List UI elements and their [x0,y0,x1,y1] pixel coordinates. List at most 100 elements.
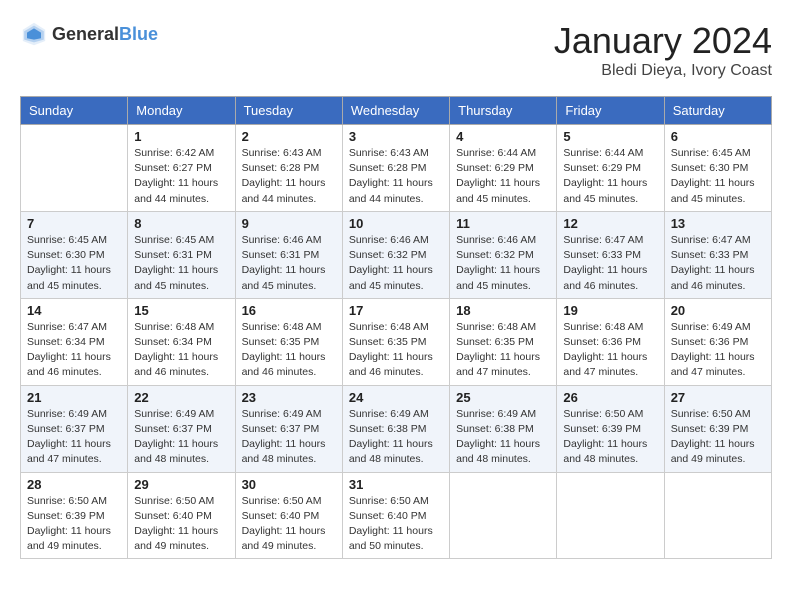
calendar-cell: 14 Sunrise: 6:47 AM Sunset: 6:34 PM Dayli… [21,298,128,385]
logo-icon [20,20,48,48]
day-info: Sunrise: 6:50 AM Sunset: 6:39 PM Dayligh… [27,494,121,555]
day-info: Sunrise: 6:48 AM Sunset: 6:36 PM Dayligh… [563,320,657,381]
day-info: Sunrise: 6:42 AM Sunset: 6:27 PM Dayligh… [134,146,228,207]
day-number: 5 [563,129,657,144]
calendar-cell: 24 Sunrise: 6:49 AM Sunset: 6:38 PM Dayli… [342,385,449,472]
calendar-cell: 1 Sunrise: 6:42 AM Sunset: 6:27 PM Daylig… [128,125,235,212]
day-info: Sunrise: 6:47 AM Sunset: 6:34 PM Dayligh… [27,320,121,381]
logo-text-blue: Blue [119,24,158,45]
day-info: Sunrise: 6:45 AM Sunset: 6:30 PM Dayligh… [27,233,121,294]
day-number: 8 [134,216,228,231]
day-number: 27 [671,390,765,405]
calendar-cell: 26Sunrise: 6:50 AM Sunset: 6:39 PM Dayli… [557,385,664,472]
day-header-friday: Friday [557,97,664,125]
calendar-header-row: SundayMondayTuesdayWednesdayThursdayFrid… [21,97,772,125]
day-number: 29 [134,477,228,492]
day-number: 4 [456,129,550,144]
day-info: Sunrise: 6:48 AM Sunset: 6:35 PM Dayligh… [456,320,550,381]
calendar-cell: 23 Sunrise: 6:49 AM Sunset: 6:37 PM Dayli… [235,385,342,472]
calendar-cell: 9 Sunrise: 6:46 AM Sunset: 6:31 PM Daylig… [235,211,342,298]
calendar-cell: 12 Sunrise: 6:47 AM Sunset: 6:33 PM Dayli… [557,211,664,298]
logo-text-general: General [52,24,119,45]
day-header-monday: Monday [128,97,235,125]
day-header-wednesday: Wednesday [342,97,449,125]
calendar-cell [557,472,664,559]
day-header-thursday: Thursday [450,97,557,125]
calendar-cell: 31 Sunrise: 6:50 AM Sunset: 6:40 PM Dayli… [342,472,449,559]
day-number: 24 [349,390,443,405]
day-number: 26 [563,390,657,405]
day-number: 1 [134,129,228,144]
day-number: 20 [671,303,765,318]
day-info: Sunrise: 6:48 AM Sunset: 6:34 PM Dayligh… [134,320,228,381]
day-info: Sunrise: 6:49 AM Sunset: 6:38 PM Dayligh… [349,407,443,468]
calendar-cell: 25 Sunrise: 6:49 AM Sunset: 6:38 PM Dayli… [450,385,557,472]
calendar-cell [664,472,771,559]
day-number: 30 [242,477,336,492]
day-info: Sunrise: 6:48 AM Sunset: 6:35 PM Dayligh… [242,320,336,381]
calendar-cell: 20 Sunrise: 6:49 AM Sunset: 6:36 PM Dayli… [664,298,771,385]
day-info: Sunrise: 6:49 AM Sunset: 6:37 PM Dayligh… [27,407,121,468]
calendar-cell: 30Sunrise: 6:50 AM Sunset: 6:40 PM Dayli… [235,472,342,559]
calendar-cell: 18 Sunrise: 6:48 AM Sunset: 6:35 PM Dayli… [450,298,557,385]
day-number: 10 [349,216,443,231]
day-info: Sunrise: 6:47 AM Sunset: 6:33 PM Dayligh… [671,233,765,294]
calendar-cell: 8Sunrise: 6:45 AM Sunset: 6:31 PM Daylig… [128,211,235,298]
calendar-cell [450,472,557,559]
calendar-week-row: 1 Sunrise: 6:42 AM Sunset: 6:27 PM Daylig… [21,125,772,212]
day-number: 25 [456,390,550,405]
day-number: 19 [563,303,657,318]
calendar-week-row: 21Sunrise: 6:49 AM Sunset: 6:37 PM Dayli… [21,385,772,472]
day-info: Sunrise: 6:50 AM Sunset: 6:39 PM Dayligh… [671,407,765,468]
calendar-cell: 19 Sunrise: 6:48 AM Sunset: 6:36 PM Dayli… [557,298,664,385]
calendar-cell: 28Sunrise: 6:50 AM Sunset: 6:39 PM Dayli… [21,472,128,559]
calendar-week-row: 28Sunrise: 6:50 AM Sunset: 6:39 PM Dayli… [21,472,772,559]
day-number: 11 [456,216,550,231]
day-number: 12 [563,216,657,231]
day-number: 17 [349,303,443,318]
calendar-cell: 27 Sunrise: 6:50 AM Sunset: 6:39 PM Dayli… [664,385,771,472]
day-info: Sunrise: 6:46 AM Sunset: 6:32 PM Dayligh… [349,233,443,294]
day-info: Sunrise: 6:49 AM Sunset: 6:37 PM Dayligh… [134,407,228,468]
title-block: January 2024 Bledi Dieya, Ivory Coast [554,20,772,80]
calendar-cell: 7Sunrise: 6:45 AM Sunset: 6:30 PM Daylig… [21,211,128,298]
calendar-cell: 29 Sunrise: 6:50 AM Sunset: 6:40 PM Dayli… [128,472,235,559]
day-info: Sunrise: 6:47 AM Sunset: 6:33 PM Dayligh… [563,233,657,294]
day-number: 31 [349,477,443,492]
day-info: Sunrise: 6:50 AM Sunset: 6:40 PM Dayligh… [349,494,443,555]
calendar-cell: 4Sunrise: 6:44 AM Sunset: 6:29 PM Daylig… [450,125,557,212]
day-number: 13 [671,216,765,231]
day-info: Sunrise: 6:43 AM Sunset: 6:28 PM Dayligh… [349,146,443,207]
day-number: 14 [27,303,121,318]
day-info: Sunrise: 6:44 AM Sunset: 6:29 PM Dayligh… [563,146,657,207]
day-info: Sunrise: 6:46 AM Sunset: 6:32 PM Dayligh… [456,233,550,294]
day-info: Sunrise: 6:49 AM Sunset: 6:38 PM Dayligh… [456,407,550,468]
calendar-cell: 13 Sunrise: 6:47 AM Sunset: 6:33 PM Dayli… [664,211,771,298]
day-info: Sunrise: 6:49 AM Sunset: 6:37 PM Dayligh… [242,407,336,468]
calendar-cell: 21Sunrise: 6:49 AM Sunset: 6:37 PM Dayli… [21,385,128,472]
day-number: 16 [242,303,336,318]
calendar-cell: 15 Sunrise: 6:48 AM Sunset: 6:34 PM Dayli… [128,298,235,385]
day-info: Sunrise: 6:49 AM Sunset: 6:36 PM Dayligh… [671,320,765,381]
calendar-week-row: 7Sunrise: 6:45 AM Sunset: 6:30 PM Daylig… [21,211,772,298]
day-info: Sunrise: 6:46 AM Sunset: 6:31 PM Dayligh… [242,233,336,294]
day-header-sunday: Sunday [21,97,128,125]
day-number: 9 [242,216,336,231]
calendar-cell: 16 Sunrise: 6:48 AM Sunset: 6:35 PM Dayli… [235,298,342,385]
day-number: 22 [134,390,228,405]
day-info: Sunrise: 6:43 AM Sunset: 6:28 PM Dayligh… [242,146,336,207]
calendar-cell: 22 Sunrise: 6:49 AM Sunset: 6:37 PM Dayli… [128,385,235,472]
calendar-cell: 6 Sunrise: 6:45 AM Sunset: 6:30 PM Daylig… [664,125,771,212]
day-header-tuesday: Tuesday [235,97,342,125]
day-info: Sunrise: 6:50 AM Sunset: 6:40 PM Dayligh… [134,494,228,555]
month-year-title: January 2024 [554,20,772,62]
day-number: 15 [134,303,228,318]
day-number: 23 [242,390,336,405]
calendar-cell: 10 Sunrise: 6:46 AM Sunset: 6:32 PM Dayli… [342,211,449,298]
day-number: 6 [671,129,765,144]
calendar-cell [21,125,128,212]
day-number: 18 [456,303,550,318]
day-number: 2 [242,129,336,144]
day-info: Sunrise: 6:45 AM Sunset: 6:30 PM Dayligh… [671,146,765,207]
calendar-week-row: 14 Sunrise: 6:47 AM Sunset: 6:34 PM Dayli… [21,298,772,385]
